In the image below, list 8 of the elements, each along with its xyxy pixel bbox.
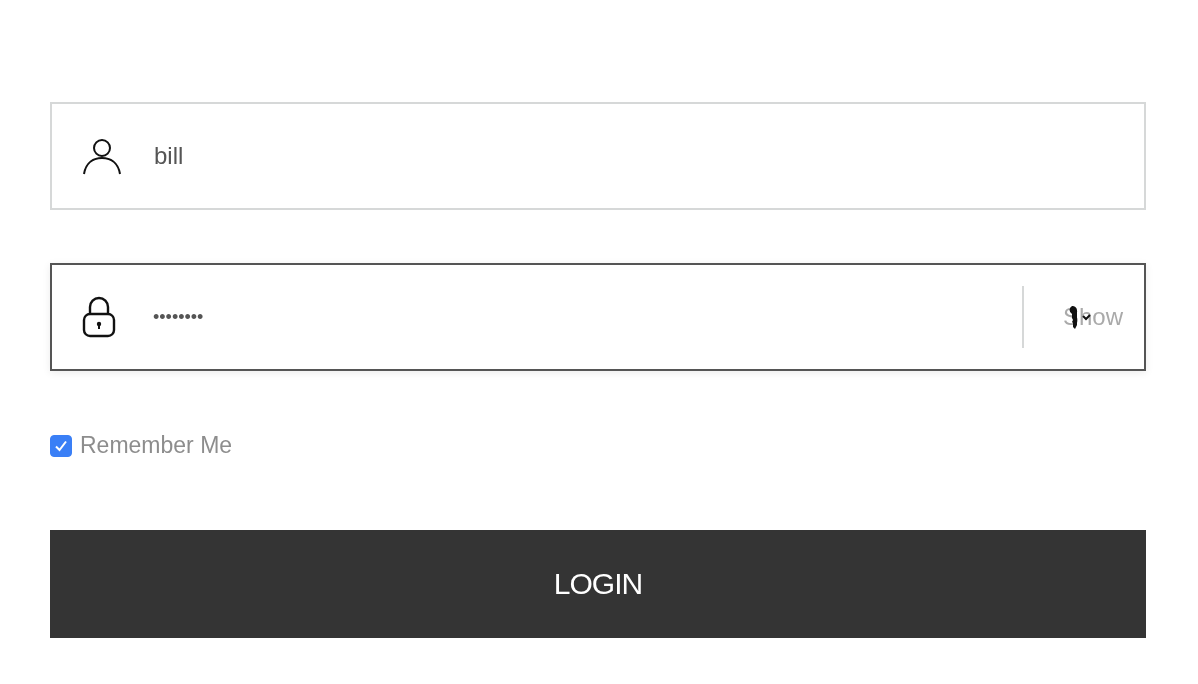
remember-checkbox[interactable] [50, 434, 72, 457]
user-icon [82, 136, 122, 176]
username-field[interactable]: bill [50, 102, 1146, 210]
remember-label: Remember Me [80, 432, 233, 459]
login-button[interactable]: LOGIN [50, 530, 1146, 638]
username-value: bill [154, 142, 185, 170]
password-value: •••••••• [153, 306, 205, 328]
lock-icon [82, 296, 116, 338]
